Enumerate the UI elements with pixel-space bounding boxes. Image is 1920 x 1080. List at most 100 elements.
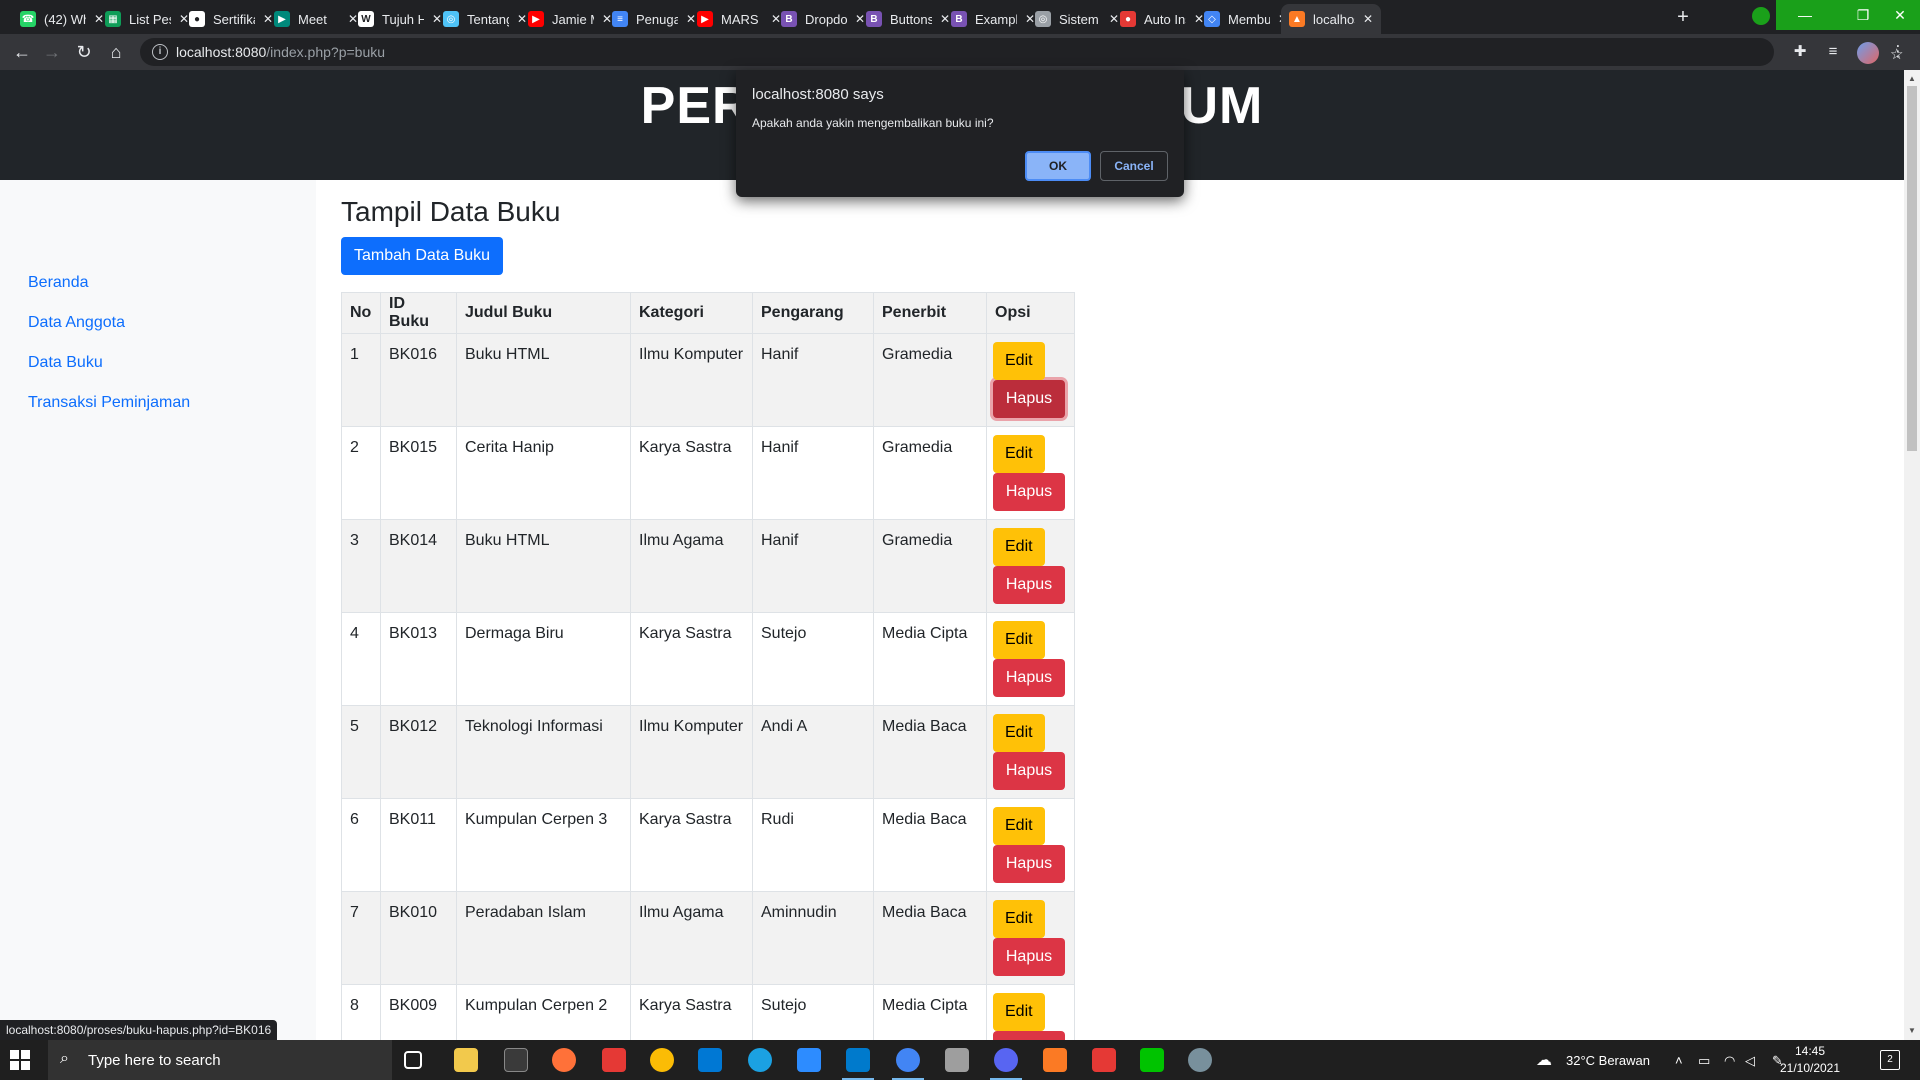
chevron-up-icon[interactable]: ˄ [1675,1053,1683,1068]
cell-category: Ilmu Komputer [630,705,753,799]
delete-button[interactable]: Hapus [993,845,1065,883]
delete-button[interactable]: Hapus [993,752,1065,790]
notification-center-icon[interactable]: 2 [1880,1050,1900,1070]
close-window-button[interactable]: ✕ [1880,0,1920,30]
page-scrollbar[interactable]: ▲ ▼ [1904,70,1920,1040]
tab-title: Examples [975,11,1017,27]
wifi-icon[interactable]: ◠ [1724,1053,1735,1069]
home-icon[interactable]: ⌂ [104,40,128,64]
edit-button[interactable]: Edit [993,342,1045,380]
new-tab-button[interactable]: + [1671,6,1695,30]
edit-button[interactable]: Edit [993,900,1045,938]
volume-icon[interactable]: ◁ [1745,1053,1755,1069]
cell-publisher: Gramedia [873,426,987,520]
add-book-button[interactable]: Tambah Data Buku [341,237,504,275]
table-row: 6 BK011 Kumpulan Cerpen 3 Karya Sastra Rudi M… [341,798,1075,892]
scrollbar-thumb[interactable] [1907,86,1917,451]
media-control-icon[interactable]: ≡ [1823,42,1843,62]
delete-button[interactable]: Hapus [993,473,1065,511]
youtube-icon: ▶ [528,11,544,27]
address-bar[interactable]: i localhost:8080/index.php?p=buku ☆ [140,38,1903,66]
mail-icon[interactable] [698,1048,722,1072]
site-info-icon[interactable]: i [152,44,168,60]
notion-icon[interactable] [504,1048,528,1072]
tab-title: Sistem [1059,11,1099,27]
edit-button[interactable]: Edit [993,807,1045,845]
profile-avatar[interactable] [1857,42,1879,64]
delete-button[interactable]: Hapus [993,938,1065,976]
dialog-ok-button[interactable]: OK [1025,151,1091,181]
minimize-button[interactable]: — [1776,0,1834,30]
clock-time[interactable]: 14:45 [1780,1044,1840,1058]
file-explorer-icon[interactable] [454,1048,478,1072]
page-viewport: PERPUSTAKAAN UMUM Beranda Data Anggota D… [0,70,1904,1040]
cell-no: 8 [341,984,381,1040]
back-icon[interactable]: ← [10,40,34,64]
edit-button[interactable]: Edit [993,621,1045,659]
sidebar-item-data-anggota[interactable]: Data Anggota [28,314,125,332]
dialog-cancel-button[interactable]: Cancel [1100,151,1168,181]
battery-icon[interactable]: ▭ [1698,1053,1710,1069]
winrar-icon[interactable] [1092,1048,1116,1072]
weather-text[interactable]: 32°C Berawan [1566,1053,1650,1068]
extensions-icon[interactable]: ✚ [1790,42,1810,62]
menu-kebab-icon[interactable]: ⋮ [1888,42,1908,62]
cell-options: EditHapus [986,984,1075,1040]
delete-button[interactable]: Hapus [993,380,1065,418]
chrome-taskbar-icon[interactable] [650,1048,674,1072]
edit-button[interactable]: Edit [993,714,1045,752]
table-row: 4 BK013 Dermaga Biru Karya Sastra Sutejo Medi… [341,612,1075,706]
scroll-up-icon[interactable]: ▲ [1908,74,1916,83]
delete-button[interactable]: Hapus [993,659,1065,697]
cell-id: BK012 [380,705,457,799]
table-header-row: No ID Buku Judul Buku Kategori Pengarang… [341,292,1075,334]
line-icon[interactable] [1140,1048,1164,1072]
app-v-icon[interactable] [602,1048,626,1072]
zoom-icon[interactable] [797,1048,821,1072]
delete-button[interactable]: Hapus [993,566,1065,604]
sidebar-item-beranda[interactable]: Beranda [28,274,89,292]
sidebar-item-transaksi-peminjaman[interactable]: Transaksi Peminjaman [28,394,190,412]
dialog-title: localhost:8080 says [752,86,884,103]
settings-app-icon[interactable] [1188,1048,1212,1072]
delete-button[interactable]: Hapus [993,1031,1065,1040]
cell-author: Aminnudin [752,891,874,985]
scroll-down-icon[interactable]: ▼ [1908,1026,1916,1035]
app-icon[interactable] [945,1048,969,1072]
discord-icon[interactable] [990,1048,1022,1080]
edit-button[interactable]: Edit [993,528,1045,566]
windows-start-icon[interactable] [10,1050,30,1070]
clock-date[interactable]: 21/10/2021 [1776,1061,1844,1075]
cell-options: EditHapus [986,333,1075,427]
edit-button[interactable]: Edit [993,435,1045,473]
table-row: 1 BK016 Buku HTML Ilmu Komputer Hanif Gramedi… [341,333,1075,427]
tab-title: Meet [298,11,327,27]
xampp-icon[interactable] [1043,1048,1067,1072]
edit-button[interactable]: Edit [993,993,1045,1031]
close-tab-icon[interactable]: ✕ [1363,12,1373,26]
tab-title: Tujuh Hari [382,11,424,27]
chrome-active-icon[interactable] [892,1048,924,1080]
cell-publisher: Media Baca [873,891,987,985]
globe-icon: ◎ [443,11,459,27]
vpn-extension-icon[interactable] [1752,7,1770,25]
reload-icon[interactable]: ↻ [72,40,96,64]
taskbar-search-box[interactable]: ⌕ Type here to search [48,1040,392,1080]
cell-no: 3 [341,519,381,613]
sidebar: Beranda Data Anggota Data Buku Transaksi… [0,180,316,1040]
firefox-icon[interactable] [552,1048,576,1072]
browser-tab[interactable]: ▲ localhost ✕ [1281,4,1382,34]
table-row: 5 BK012 Teknologi Informasi Ilmu Komputer An… [341,705,1075,799]
vscode-icon[interactable] [842,1048,874,1080]
cell-options: EditHapus [986,705,1075,799]
cell-category: Karya Sastra [630,984,753,1040]
task-view-icon[interactable] [404,1051,422,1069]
edge-icon[interactable] [748,1048,772,1072]
sidebar-item-data-buku[interactable]: Data Buku [28,354,103,372]
weather-icon[interactable]: ☁ [1536,1050,1552,1070]
cell-options: EditHapus [986,519,1075,613]
cell-publisher: Gramedia [873,333,987,427]
column-header-no: No [341,292,381,334]
forward-icon[interactable]: → [40,40,64,64]
pin-icon: ● [1120,11,1136,27]
